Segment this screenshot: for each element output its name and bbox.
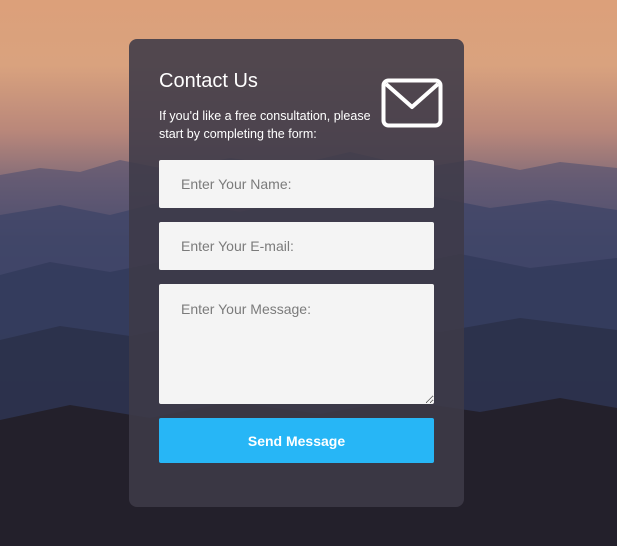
message-textarea[interactable] — [159, 284, 434, 404]
contact-subtitle: If you'd like a free consultation, pleas… — [159, 109, 371, 141]
contact-card: Contact Us If you'd like a free consulta… — [129, 39, 464, 507]
email-input[interactable] — [159, 222, 434, 270]
envelope-icon — [381, 78, 443, 128]
contact-title: Contact Us — [159, 70, 258, 92]
name-input[interactable] — [159, 160, 434, 208]
send-message-button[interactable]: Send Message — [159, 418, 434, 463]
